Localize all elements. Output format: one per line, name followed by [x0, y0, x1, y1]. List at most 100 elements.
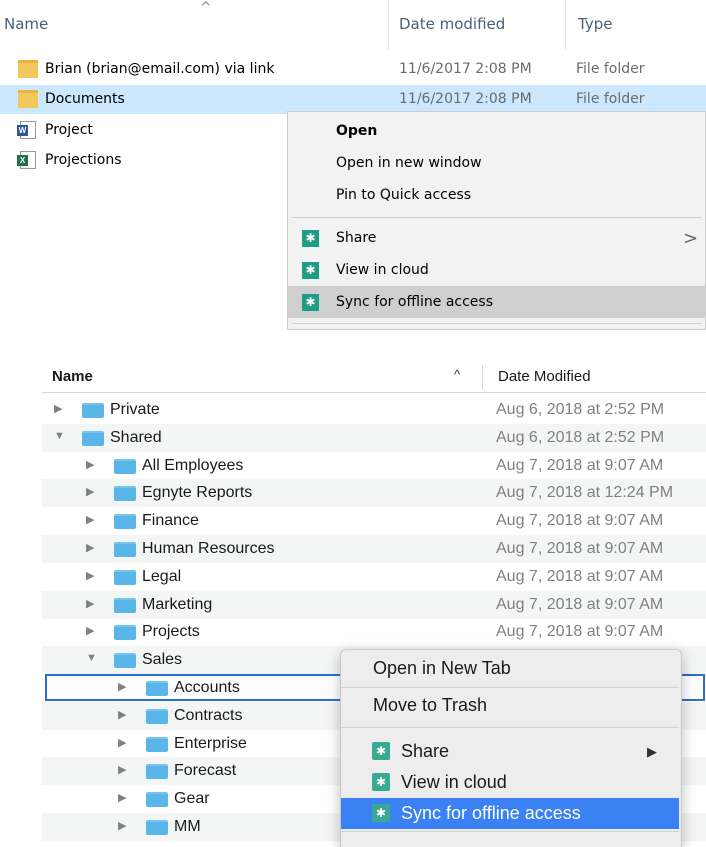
folder-row[interactable]: ▶ Egnyte Reports Aug 7, 2018 at 12:24 PM	[42, 479, 706, 508]
folder-icon	[146, 820, 168, 835]
file-type: File folder	[576, 61, 645, 77]
folder-name: Sales	[142, 651, 183, 669]
folder-name: Enterprise	[174, 734, 247, 752]
folder-row[interactable]: ▶ Legal Aug 7, 2018 at 9:07 AM	[42, 563, 706, 591]
disclosure-collapsed-icon[interactable]: ▶	[86, 597, 94, 610]
column-header: Name ^ Date Modified	[42, 361, 706, 393]
folder-name: Marketing	[142, 595, 213, 613]
folder-row[interactable]: ▶ Finance Aug 7, 2018 at 9:07 AM	[42, 507, 706, 535]
folder-name: Egnyte Reports	[142, 484, 253, 502]
file-row[interactable]: Brian (brian@email.com) via link 11/6/20…	[0, 55, 706, 84]
file-row-selected[interactable]: Documents 11/6/2017 2:08 PM File folder	[0, 85, 706, 114]
folder-icon	[82, 430, 104, 446]
type-column-header[interactable]: Type	[578, 15, 612, 33]
disclosure-collapsed-icon[interactable]: ▶	[54, 402, 62, 415]
sort-ascending-icon: ^	[200, 0, 212, 16]
column-divider[interactable]	[388, 0, 389, 50]
folder-name: All Employees	[142, 456, 244, 474]
disclosure-collapsed-icon[interactable]: ▶	[118, 708, 126, 721]
menu-item-sync-offline[interactable]: ✱ Sync for offline access	[288, 286, 706, 318]
file-name: Project	[45, 122, 93, 138]
date-modified-column-header[interactable]: Date modified	[399, 15, 505, 33]
folder-name: Contracts	[174, 706, 243, 724]
folder-name: MM	[174, 818, 201, 835]
folder-icon	[114, 597, 136, 613]
menu-item-label: View in cloud	[336, 262, 429, 278]
column-divider[interactable]	[565, 0, 566, 50]
date-modified: Aug 7, 2018 at 9:07 AM	[496, 623, 664, 641]
egnyte-icon: ✱	[372, 773, 390, 791]
disclosure-collapsed-icon[interactable]: ▶	[86, 458, 94, 471]
word-document-icon: W	[17, 121, 36, 139]
folder-icon	[114, 653, 136, 669]
folder-row[interactable]: ▶ Projects Aug 7, 2018 at 9:07 AM	[42, 618, 706, 646]
disclosure-collapsed-icon[interactable]: ▶	[86, 485, 94, 498]
folder-icon	[146, 792, 168, 808]
menu-item-label: Sync for offline access	[401, 803, 581, 823]
menu-item-open[interactable]: Open	[288, 115, 706, 147]
date-modified: Aug 7, 2018 at 9:07 AM	[496, 512, 664, 530]
folder-row[interactable]: ▼ Shared Aug 6, 2018 at 2:52 PM	[42, 423, 706, 452]
folder-icon	[146, 736, 168, 752]
name-column-header[interactable]: Name	[52, 368, 93, 385]
folder-row[interactable]: ▶ Human Resources Aug 7, 2018 at 9:07 AM	[42, 535, 706, 563]
submenu-arrow-icon: ▶	[647, 744, 657, 759]
menu-item-view-in-cloud[interactable]: ✱ View in cloud	[288, 254, 706, 286]
menu-item-pin-quick-access[interactable]: Pin to Quick access	[288, 179, 706, 211]
menu-item-sync-offline[interactable]: ✱ Sync for offline access	[341, 798, 679, 829]
disclosure-collapsed-icon[interactable]: ▶	[118, 736, 126, 749]
disclosure-collapsed-icon[interactable]: ▶	[86, 513, 94, 526]
disclosure-collapsed-icon[interactable]: ▶	[86, 569, 94, 582]
folder-row[interactable]: ▶ All Employees Aug 7, 2018 at 9:07 AM	[42, 452, 706, 480]
egnyte-icon: ✱	[302, 294, 319, 311]
folder-icon	[82, 403, 104, 418]
disclosure-collapsed-icon[interactable]: ▶	[118, 819, 126, 832]
file-type: File folder	[576, 91, 645, 107]
menu-item-view-in-cloud[interactable]: ✱ View in cloud	[341, 767, 679, 798]
disclosure-expanded-icon[interactable]: ▼	[86, 652, 97, 664]
menu-item-label: Open	[336, 123, 378, 139]
menu-item-label: Share	[401, 741, 450, 761]
folder-icon	[114, 458, 136, 474]
menu-item-label: Move to Trash	[373, 695, 488, 715]
disclosure-collapsed-icon[interactable]: ▶	[86, 541, 94, 554]
date-modified: Aug 7, 2018 at 9:07 AM	[496, 595, 664, 613]
column-header: ^ Name Date modified Type	[0, 0, 706, 50]
folder-row[interactable]: ▶ Marketing Aug 7, 2018 at 9:07 AM	[42, 590, 706, 619]
menu-item-open-new-window[interactable]: Open in new window	[288, 147, 706, 179]
folder-row[interactable]: ▶ Private Aug 6, 2018 at 2:52 PM	[42, 396, 706, 424]
folder-name: Projects	[142, 623, 200, 641]
date-modified: 11/6/2017 2:08 PM	[399, 61, 532, 77]
menu-separator	[341, 831, 679, 832]
egnyte-icon: ✱	[372, 742, 390, 760]
folder-icon	[114, 542, 136, 557]
menu-item-share[interactable]: ✱ Share >	[288, 222, 706, 254]
menu-item-label: Sync for offline access	[336, 294, 493, 310]
folder-icon	[114, 625, 136, 641]
file-name: Brian (brian@email.com) via link	[45, 61, 275, 77]
menu-separator	[292, 323, 702, 324]
name-column-header[interactable]: Name	[4, 15, 48, 33]
menu-item-move-to-trash[interactable]: Move to Trash	[341, 690, 679, 721]
disclosure-collapsed-icon[interactable]: ▶	[118, 763, 126, 776]
date-modified: Aug 6, 2018 at 2:52 PM	[496, 401, 665, 418]
file-name: Projections	[45, 152, 122, 168]
date-modified-column-header[interactable]: Date Modified	[498, 368, 591, 385]
menu-item-label: Pin to Quick access	[336, 187, 472, 203]
context-menu: Open Open in new window Pin to Quick acc…	[287, 111, 706, 330]
menu-item-open-new-tab[interactable]: Open in New Tab	[341, 653, 679, 684]
windows-explorer-panel: ^ Name Date modified Type Brian (brian@e…	[0, 0, 706, 330]
date-modified: Aug 6, 2018 at 2:52 PM	[496, 428, 665, 446]
folder-icon	[114, 514, 136, 530]
mac-finder-panel: Name ^ Date Modified ▶ Private Aug 6, 2018…	[42, 361, 706, 847]
disclosure-collapsed-icon[interactable]: ▶	[86, 624, 94, 637]
folder-name: Legal	[142, 567, 182, 585]
disclosure-collapsed-icon[interactable]: ▶	[118, 791, 126, 804]
menu-separator	[341, 727, 679, 728]
disclosure-expanded-icon[interactable]: ▼	[54, 430, 65, 442]
menu-item-share[interactable]: ✱ Share ▶	[341, 736, 679, 767]
column-divider[interactable]	[482, 365, 483, 389]
menu-separator	[292, 217, 702, 218]
menu-item-label: Share	[336, 230, 377, 246]
egnyte-icon: ✱	[302, 230, 319, 247]
